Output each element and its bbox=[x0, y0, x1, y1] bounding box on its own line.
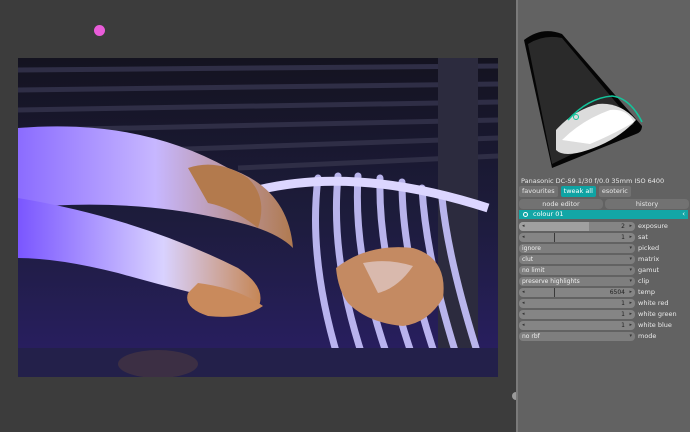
param-white-red: ◂ 1 ▸ white red bbox=[519, 299, 689, 308]
exposure-slider[interactable]: ◂ 2 ▸ bbox=[519, 222, 635, 231]
chevron-down-icon: ▾ bbox=[629, 278, 632, 284]
arrow-right-icon[interactable]: ▸ bbox=[629, 222, 632, 231]
arrow-right-icon[interactable]: ▸ bbox=[629, 288, 632, 297]
white-green-slider[interactable]: ◂ 1 ▸ bbox=[519, 310, 635, 319]
camera-info: Panasonic DC-S9 1/30 f/0.0 35mm ISO 6400 bbox=[521, 177, 665, 185]
photo-whale-skeleton bbox=[18, 58, 498, 377]
arrow-right-icon[interactable]: ▸ bbox=[629, 299, 632, 308]
param-sat: ◂ 1 ▸ sat bbox=[519, 233, 689, 242]
arrow-left-icon[interactable]: ◂ bbox=[522, 299, 525, 308]
arrow-left-icon[interactable]: ◂ bbox=[522, 222, 525, 231]
chevron-down-icon: ▾ bbox=[629, 256, 632, 262]
exposure-label: exposure bbox=[638, 222, 668, 230]
mode-value: no rbf bbox=[522, 333, 540, 340]
editor-button-row: node editor history bbox=[519, 199, 689, 209]
white-red-label: white red bbox=[638, 299, 669, 307]
matrix-label: matrix bbox=[638, 255, 660, 263]
chevron-down-icon: ▾ bbox=[629, 333, 632, 339]
sat-value: 1 bbox=[621, 234, 625, 241]
clip-select[interactable]: preserve highlights ▾ bbox=[519, 277, 635, 286]
temp-slider-marker bbox=[553, 288, 555, 297]
arrow-right-icon[interactable]: ▸ bbox=[629, 233, 632, 242]
picked-value: ignore bbox=[522, 245, 541, 252]
sat-label: sat bbox=[638, 233, 648, 241]
param-picked: ignore ▾ picked bbox=[519, 244, 689, 253]
sat-slider[interactable]: ◂ 1 ▸ bbox=[519, 233, 635, 242]
white-blue-label: white blue bbox=[638, 321, 672, 329]
white-red-value: 1 bbox=[621, 300, 625, 307]
param-matrix: clut ▾ matrix bbox=[519, 255, 689, 264]
param-white-green: ◂ 1 ▸ white green bbox=[519, 310, 689, 319]
tab-tweak-all[interactable]: tweak all bbox=[560, 186, 596, 197]
temp-slider[interactable]: ◂ 6504 ▸ bbox=[519, 288, 635, 297]
matrix-select[interactable]: clut ▾ bbox=[519, 255, 635, 264]
right-panel: Panasonic DC-S9 1/30 f/0.0 35mm ISO 6400… bbox=[516, 0, 690, 432]
mode-select[interactable]: no rbf ▾ bbox=[519, 332, 635, 341]
gamut-label: gamut bbox=[638, 266, 660, 274]
arrow-right-icon[interactable]: ▸ bbox=[629, 321, 632, 330]
param-white-blue: ◂ 1 ▸ white blue bbox=[519, 321, 689, 330]
image-canvas[interactable] bbox=[0, 0, 516, 432]
clip-label: clip bbox=[638, 277, 650, 285]
image-preview[interactable] bbox=[18, 58, 498, 377]
sat-slider-marker bbox=[553, 233, 555, 242]
tab-bar: favourites tweak all esoteric bbox=[519, 186, 631, 197]
white-blue-slider[interactable]: ◂ 1 ▸ bbox=[519, 321, 635, 330]
white-blue-value: 1 bbox=[621, 322, 625, 329]
param-gamut: no limit ▾ gamut bbox=[519, 266, 689, 275]
pick-marker-dot[interactable] bbox=[94, 25, 105, 36]
mode-label: mode bbox=[638, 332, 657, 340]
param-mode: no rbf ▾ mode bbox=[519, 332, 689, 341]
exposure-slider-fill bbox=[519, 222, 589, 231]
arrow-left-icon[interactable]: ◂ bbox=[522, 321, 525, 330]
chevron-down-icon: ▾ bbox=[629, 245, 632, 251]
module-enable-icon[interactable] bbox=[523, 211, 528, 217]
arrow-left-icon[interactable]: ◂ bbox=[522, 310, 525, 319]
picked-label: picked bbox=[638, 244, 660, 252]
module-header-colour[interactable]: colour 01 ‹ bbox=[519, 210, 688, 219]
chevron-down-icon: ▾ bbox=[629, 267, 632, 273]
white-green-value: 1 bbox=[621, 311, 625, 318]
temp-label: temp bbox=[638, 288, 656, 296]
collapse-chevron-icon[interactable]: ‹ bbox=[682, 210, 685, 219]
white-green-label: white green bbox=[638, 310, 677, 318]
tab-esoteric[interactable]: esoteric bbox=[598, 186, 631, 197]
arrow-left-icon[interactable]: ◂ bbox=[522, 288, 525, 297]
param-temp: ◂ 6504 ▸ temp bbox=[519, 288, 689, 297]
gamut-select[interactable]: no limit ▾ bbox=[519, 266, 635, 275]
node-editor-button[interactable]: node editor bbox=[519, 199, 603, 209]
gamut-visualization bbox=[518, 0, 690, 174]
gamut-value: no limit bbox=[522, 267, 545, 274]
picked-select[interactable]: ignore ▾ bbox=[519, 244, 635, 253]
temp-value: 6504 bbox=[609, 289, 625, 296]
param-clip: preserve highlights ▾ clip bbox=[519, 277, 689, 286]
clip-value: preserve highlights bbox=[522, 278, 580, 285]
tab-favourites[interactable]: favourites bbox=[519, 186, 558, 197]
exposure-value: 2 bbox=[621, 223, 625, 230]
white-red-slider[interactable]: ◂ 1 ▸ bbox=[519, 299, 635, 308]
arrow-left-icon[interactable]: ◂ bbox=[522, 233, 525, 242]
matrix-value: clut bbox=[522, 256, 534, 263]
module-title: colour 01 bbox=[533, 210, 564, 218]
history-button[interactable]: history bbox=[605, 199, 689, 209]
arrow-right-icon[interactable]: ▸ bbox=[629, 310, 632, 319]
param-exposure: ◂ 2 ▸ exposure bbox=[519, 222, 689, 231]
